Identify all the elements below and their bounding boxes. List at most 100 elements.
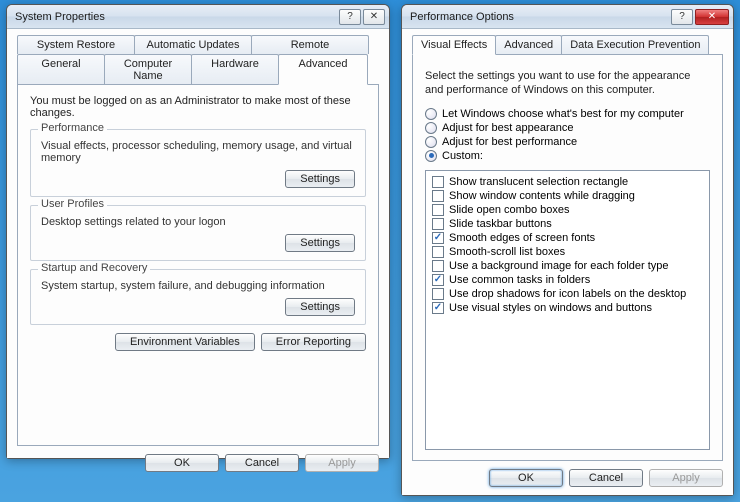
radio-option[interactable]: Let Windows choose what's best for my co… bbox=[425, 108, 710, 120]
title-text: System Properties bbox=[15, 11, 339, 23]
tab-system-restore[interactable]: System Restore bbox=[17, 35, 135, 54]
help-button[interactable]: ? bbox=[339, 9, 361, 25]
tab-remote[interactable]: Remote bbox=[251, 35, 369, 54]
close-button[interactable]: ✕ bbox=[363, 9, 385, 25]
admin-notice: You must be logged on as an Administrato… bbox=[30, 95, 366, 119]
check-option[interactable]: Smooth edges of screen fonts bbox=[430, 231, 705, 245]
radio-option[interactable]: Custom: bbox=[425, 150, 710, 162]
check-label: Show translucent selection rectangle bbox=[449, 176, 628, 188]
tab-content-advanced: You must be logged on as an Administrato… bbox=[17, 84, 379, 446]
visual-effects-checklist[interactable]: Show translucent selection rectangleShow… bbox=[425, 170, 710, 450]
check-option[interactable]: Use drop shadows for icon labels on the … bbox=[430, 287, 705, 301]
tab-hardware[interactable]: Hardware bbox=[191, 54, 279, 85]
ok-button[interactable]: OK bbox=[489, 469, 563, 487]
group-title: User Profiles bbox=[38, 198, 107, 210]
check-option[interactable]: Show window contents while dragging bbox=[430, 189, 705, 203]
cancel-button[interactable]: Cancel bbox=[569, 469, 643, 487]
radio-label: Adjust for best appearance bbox=[442, 122, 573, 134]
group-button-row: Settings bbox=[41, 170, 355, 188]
check-option[interactable]: Show translucent selection rectangle bbox=[430, 175, 705, 189]
titlebar[interactable]: System Properties ? ✕ bbox=[7, 5, 389, 29]
check-label: Use visual styles on windows and buttons bbox=[449, 302, 652, 314]
close-button[interactable]: ✕ bbox=[695, 9, 729, 25]
radio-group: Let Windows choose what's best for my co… bbox=[425, 106, 710, 164]
checkbox-icon bbox=[432, 260, 444, 272]
radio-label: Adjust for best performance bbox=[442, 136, 577, 148]
cancel-button[interactable]: Cancel bbox=[225, 454, 299, 472]
check-label: Slide open combo boxes bbox=[449, 204, 569, 216]
checkbox-icon bbox=[432, 246, 444, 258]
dialog-action-buttons: OK Cancel Apply bbox=[412, 461, 723, 487]
help-button[interactable]: ? bbox=[671, 9, 693, 25]
title-text: Performance Options bbox=[410, 11, 671, 23]
checkbox-icon bbox=[432, 302, 444, 314]
titlebar[interactable]: Performance Options ? ✕ bbox=[402, 5, 733, 29]
check-label: Slide taskbar buttons bbox=[449, 218, 552, 230]
tab-dep[interactable]: Data Execution Prevention bbox=[561, 35, 709, 55]
system-properties-dialog: System Properties ? ✕ System Restore Aut… bbox=[6, 4, 390, 459]
checkbox-icon bbox=[432, 288, 444, 300]
tab-advanced[interactable]: Advanced bbox=[278, 54, 368, 85]
close-icon: ✕ bbox=[708, 11, 716, 22]
group-text: Visual effects, processor scheduling, me… bbox=[41, 140, 355, 164]
apply-button[interactable]: Apply bbox=[649, 469, 723, 487]
radio-icon bbox=[425, 108, 437, 120]
checkbox-icon bbox=[432, 274, 444, 286]
tab-content-visual-effects: Select the settings you want to use for … bbox=[412, 54, 723, 461]
error-reporting-button[interactable]: Error Reporting bbox=[261, 333, 366, 351]
radio-icon bbox=[425, 122, 437, 134]
performance-group: Performance Visual effects, processor sc… bbox=[30, 129, 366, 197]
group-button-row: Settings bbox=[41, 234, 355, 252]
startup-settings-button[interactable]: Settings bbox=[285, 298, 355, 316]
dialog-body: System Restore Automatic Updates Remote … bbox=[7, 29, 389, 458]
check-label: Smooth-scroll list boxes bbox=[449, 246, 565, 258]
radio-option[interactable]: Adjust for best performance bbox=[425, 136, 710, 148]
apply-button[interactable]: Apply bbox=[305, 454, 379, 472]
check-label: Use drop shadows for icon labels on the … bbox=[449, 288, 686, 300]
radio-icon bbox=[425, 136, 437, 148]
tab-automatic-updates[interactable]: Automatic Updates bbox=[134, 35, 252, 54]
group-text: Desktop settings related to your logon bbox=[41, 216, 355, 228]
group-title: Performance bbox=[38, 122, 107, 134]
user-profiles-settings-button[interactable]: Settings bbox=[285, 234, 355, 252]
titlebar-buttons: ? ✕ bbox=[339, 9, 385, 25]
tab-row: Visual Effects Advanced Data Execution P… bbox=[412, 35, 723, 55]
check-option[interactable]: Smooth-scroll list boxes bbox=[430, 245, 705, 259]
tab-visual-effects[interactable]: Visual Effects bbox=[412, 35, 496, 55]
performance-options-dialog: Performance Options ? ✕ Visual Effects A… bbox=[401, 4, 734, 496]
check-label: Use a background image for each folder t… bbox=[449, 260, 669, 272]
titlebar-buttons: ? ✕ bbox=[671, 9, 729, 25]
tab-row-lower: General Computer Name Hardware Advanced bbox=[17, 54, 379, 85]
help-icon: ? bbox=[347, 11, 353, 22]
check-label: Smooth edges of screen fonts bbox=[449, 232, 595, 244]
check-option[interactable]: Use a background image for each folder t… bbox=[430, 259, 705, 273]
description-text: Select the settings you want to use for … bbox=[425, 69, 710, 98]
check-option[interactable]: Use common tasks in folders bbox=[430, 273, 705, 287]
radio-label: Custom: bbox=[442, 150, 483, 162]
check-option[interactable]: Slide open combo boxes bbox=[430, 203, 705, 217]
tab-general[interactable]: General bbox=[17, 54, 105, 85]
checkbox-icon bbox=[432, 190, 444, 202]
tab-computer-name[interactable]: Computer Name bbox=[104, 54, 192, 85]
dialog-action-buttons: OK Cancel Apply bbox=[17, 446, 379, 472]
group-button-row: Settings bbox=[41, 298, 355, 316]
environment-variables-button[interactable]: Environment Variables bbox=[115, 333, 255, 351]
radio-label: Let Windows choose what's best for my co… bbox=[442, 108, 684, 120]
extra-buttons-row: Environment Variables Error Reporting bbox=[30, 333, 366, 351]
performance-settings-button[interactable]: Settings bbox=[285, 170, 355, 188]
ok-button[interactable]: OK bbox=[145, 454, 219, 472]
checkbox-icon bbox=[432, 232, 444, 244]
check-option[interactable]: Use visual styles on windows and buttons bbox=[430, 301, 705, 315]
radio-option[interactable]: Adjust for best appearance bbox=[425, 122, 710, 134]
group-title: Startup and Recovery bbox=[38, 262, 150, 274]
help-icon: ? bbox=[679, 11, 685, 22]
checkbox-icon bbox=[432, 204, 444, 216]
tab-row-upper: System Restore Automatic Updates Remote bbox=[17, 35, 379, 54]
checkbox-icon bbox=[432, 218, 444, 230]
check-option[interactable]: Slide taskbar buttons bbox=[430, 217, 705, 231]
tab-advanced[interactable]: Advanced bbox=[495, 35, 562, 55]
user-profiles-group: User Profiles Desktop settings related t… bbox=[30, 205, 366, 261]
close-icon: ✕ bbox=[370, 11, 378, 22]
startup-recovery-group: Startup and Recovery System startup, sys… bbox=[30, 269, 366, 325]
checkbox-icon bbox=[432, 176, 444, 188]
